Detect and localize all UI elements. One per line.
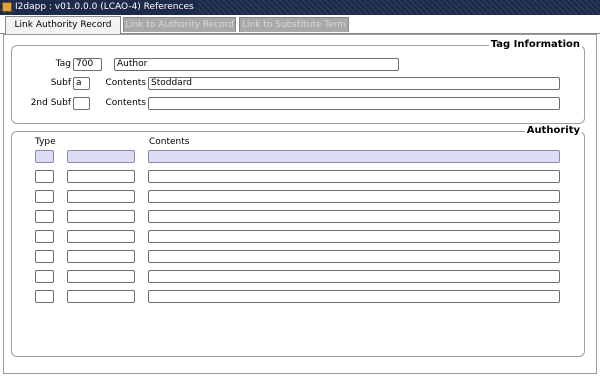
tag-description-field[interactable]: Author [114, 58, 399, 71]
authority-code-field[interactable] [67, 250, 135, 263]
title-bar: I2dapp : v01.0.0.0 (LCAO-4) References [0, 0, 600, 15]
tab-link-to-substitute-term[interactable]: Link to Substitute Term [239, 17, 349, 32]
tab-link-to-authority-record[interactable]: Link to Authority Record [123, 17, 236, 32]
tab-strip: Link Authority Record Link to Authority … [0, 15, 600, 34]
authority-contents-field[interactable] [148, 230, 560, 243]
subf-label: Subf [50, 78, 71, 88]
authority-contents-field[interactable] [148, 290, 560, 303]
contents-field[interactable]: Stoddard [148, 77, 560, 90]
window-title: I2dapp : v01.0.0.0 (LCAO-4) References [15, 0, 198, 15]
authority-contents-field[interactable] [148, 190, 560, 203]
authority-code-field[interactable] [67, 170, 135, 183]
tag-information-title: Tag Information [488, 39, 582, 50]
tag-information-group: Tag Information Tag 700 Author Subf a Co… [11, 39, 585, 124]
second-subf-field[interactable] [73, 97, 90, 110]
authority-type-field[interactable] [35, 290, 54, 303]
authority-contents-field[interactable] [148, 150, 560, 163]
authority-code-field[interactable] [67, 290, 135, 303]
authority-type-field[interactable] [35, 210, 54, 223]
second-subf-label: 2nd Subf [30, 98, 71, 108]
authority-type-field[interactable] [35, 190, 54, 203]
authority-type-field[interactable] [35, 250, 54, 263]
authority-code-field[interactable] [67, 190, 135, 203]
authority-type-field[interactable] [35, 170, 54, 183]
authority-code-field[interactable] [67, 270, 135, 283]
app-icon [2, 2, 12, 12]
contents-column-header: Contents [149, 137, 190, 147]
authority-group: Authority Type Contents [11, 125, 585, 357]
type-column-header: Type [35, 137, 56, 147]
authority-code-field[interactable] [67, 230, 135, 243]
authority-code-field[interactable] [67, 210, 135, 223]
tag-label: Tag [55, 59, 71, 69]
authority-type-field[interactable] [35, 150, 54, 163]
subf-field[interactable]: a [73, 77, 90, 90]
authority-type-field[interactable] [35, 270, 54, 283]
tag-field[interactable]: 700 [73, 58, 102, 71]
contents-2-field[interactable] [148, 97, 560, 110]
authority-code-field[interactable] [67, 150, 135, 163]
contents-label: Contents [105, 78, 146, 88]
authority-contents-field[interactable] [148, 210, 560, 223]
tab-link-authority-record[interactable]: Link Authority Record [5, 16, 121, 34]
contents-2-label: Contents [105, 98, 146, 108]
authority-title: Authority [524, 125, 582, 136]
authority-contents-field[interactable] [148, 250, 560, 263]
authority-contents-field[interactable] [148, 270, 560, 283]
authority-contents-field[interactable] [148, 170, 560, 183]
authority-type-field[interactable] [35, 230, 54, 243]
main-panel: Tag Information Tag 700 Author Subf a Co… [3, 34, 597, 374]
